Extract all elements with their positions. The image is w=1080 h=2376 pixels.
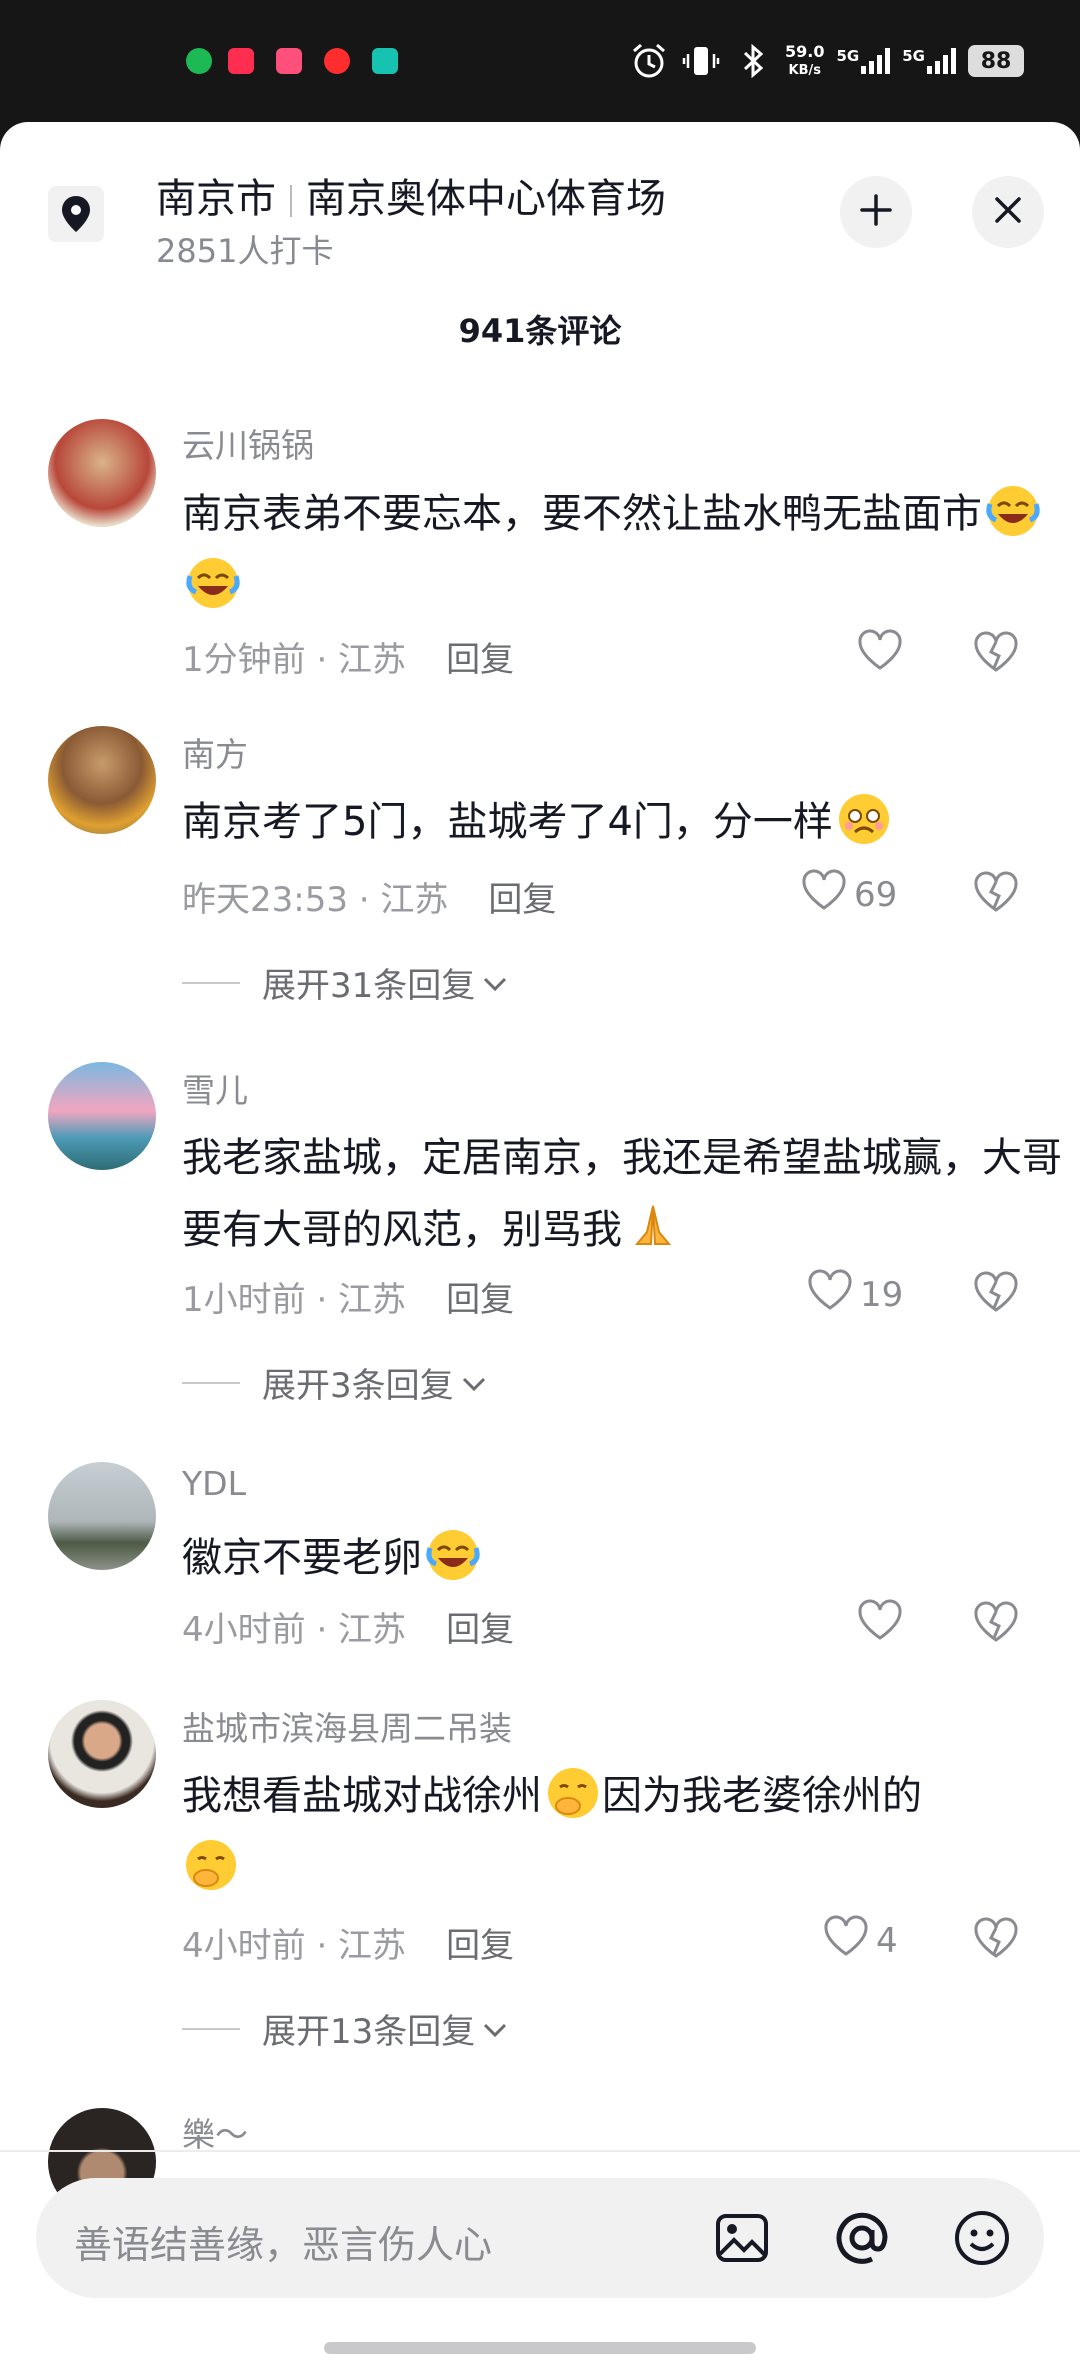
avatar[interactable]: [48, 1062, 156, 1170]
comment-meta: 1分钟前 · 江苏 回复: [182, 640, 515, 680]
like-button[interactable]: 69: [800, 868, 897, 921]
notification-icon: [186, 48, 212, 74]
avatar[interactable]: [48, 1700, 156, 1808]
notification-icon: [372, 48, 398, 74]
comment-meta: 4小时前 · 江苏 回复: [182, 1926, 515, 1966]
comment-input[interactable]: 善语结善缘，恶言伤人心: [74, 2214, 492, 2269]
heart-icon: [800, 868, 848, 921]
comment-input-bar[interactable]: 善语结善缘，恶言伤人心: [36, 2178, 1044, 2298]
like-button[interactable]: [856, 628, 910, 681]
heart-icon: [856, 628, 904, 681]
comment-meta: 4小时前 · 江苏 回复: [182, 1610, 515, 1650]
image-icon[interactable]: [712, 2208, 772, 2268]
expand-replies-button[interactable]: 展开31条回复: [182, 958, 509, 1007]
reply-button[interactable]: 回复: [488, 880, 556, 920]
broken-heart-icon: [972, 1271, 1020, 1318]
signal-2: 5G: [902, 48, 956, 74]
comment-username[interactable]: 盐城市滨海县周二吊装: [182, 1702, 512, 1750]
reply-button[interactable]: 回复: [446, 1610, 514, 1650]
comment-username[interactable]: 雪儿: [182, 1064, 248, 1112]
like-button[interactable]: [856, 1598, 910, 1651]
bluetooth-icon: [733, 41, 773, 81]
expand-replies-button[interactable]: 展开3条回复: [182, 1358, 488, 1407]
close-icon: [993, 195, 1023, 229]
comment-sheet: 南京市 南京奥体中心体育场 2851人打卡 941条评论 云川锅锅 南京表弟不要忘…: [0, 122, 1080, 2376]
praying-hands-emoji: [624, 1198, 682, 1256]
comment-username[interactable]: YDL: [182, 1464, 246, 1503]
venue-label: 南京奥体中心体育场: [306, 176, 666, 222]
broken-heart-icon: [972, 631, 1020, 678]
emoji-icon[interactable]: [952, 2208, 1012, 2268]
expand-replies-button[interactable]: 展开13条回复: [182, 2004, 509, 2053]
chevron-down-icon: [481, 2009, 509, 2049]
like-count: 69: [854, 874, 898, 915]
comment-text: 徽京不要老卵: [182, 1522, 1042, 1594]
divider: [290, 185, 292, 217]
vibrate-icon: [681, 41, 721, 81]
comment-username[interactable]: 樂～: [182, 2108, 248, 2156]
comment-text: 我想看盐城对战徐州 因为我老婆徐州的: [182, 1760, 1042, 1904]
avatar[interactable]: [48, 726, 156, 834]
location-title[interactable]: 南京市 南京奥体中心体育场: [156, 166, 666, 224]
comment-text: 南京考了5门，盐城考了4门，分一样: [182, 786, 1042, 858]
like-count: 4: [876, 1920, 898, 1961]
reply-button[interactable]: 回复: [446, 1280, 514, 1320]
signal-1: 5G: [837, 48, 891, 74]
comment-text: 我老家盐城，定居南京，我还是希望盐城赢，大哥要有大哥的风范，别骂我: [182, 1122, 1062, 1266]
notification-icon: [324, 48, 350, 74]
like-button[interactable]: 19: [806, 1268, 903, 1321]
smirk-hand-emoji: [182, 1836, 240, 1894]
heart-icon: [806, 1268, 854, 1321]
dislike-button[interactable]: [972, 630, 1020, 678]
network-speed: 59.0 KB/s: [785, 42, 825, 78]
reply-button[interactable]: 回复: [446, 640, 514, 680]
comment-meta: 昨天23:53 · 江苏 回复: [182, 880, 557, 920]
smirk-hand-emoji: [544, 1764, 602, 1822]
comment-count: 941条评论: [458, 312, 622, 350]
heart-icon: [822, 1914, 870, 1967]
dislike-button[interactable]: [972, 1270, 1020, 1318]
status-bar: 59.0 KB/s 5G 5G 88: [0, 0, 1080, 122]
sweating-emoji: [835, 790, 893, 848]
notification-icon: [228, 48, 254, 74]
comment-text: 南京表弟不要忘本，要不然让盐水鸭无盐面市: [182, 478, 1042, 622]
home-indicator[interactable]: [324, 2342, 756, 2354]
like-count: 19: [860, 1274, 904, 1315]
laughing-crying-emoji: [984, 482, 1042, 540]
city-label: 南京市: [156, 176, 276, 222]
dislike-button[interactable]: [972, 1600, 1020, 1648]
collapse-button[interactable]: [840, 176, 912, 248]
divider: [0, 2150, 1080, 2152]
laughing-crying-emoji: [424, 1526, 482, 1584]
collapse-icon: [858, 192, 894, 232]
heart-icon: [856, 1598, 904, 1651]
close-button[interactable]: [972, 176, 1044, 248]
alarm-icon: [629, 41, 669, 81]
comment-username[interactable]: 南方: [182, 728, 248, 776]
chevron-down-icon: [460, 1363, 488, 1403]
chevron-down-icon: [481, 963, 509, 1003]
reply-button[interactable]: 回复: [446, 1926, 514, 1966]
at-icon[interactable]: [832, 2208, 892, 2268]
comment-username[interactable]: 云川锅锅: [182, 419, 314, 467]
comment-meta: 1小时前 · 江苏 回复: [182, 1280, 515, 1320]
laughing-crying-emoji: [184, 554, 242, 612]
battery-indicator: 88: [968, 45, 1024, 77]
avatar[interactable]: [48, 419, 156, 527]
broken-heart-icon: [972, 1601, 1020, 1648]
avatar[interactable]: [48, 1462, 156, 1570]
dislike-button[interactable]: [972, 1916, 1020, 1964]
location-pin-icon: [48, 186, 104, 242]
notification-icon: [276, 48, 302, 74]
checkin-count: 2851人打卡: [156, 232, 334, 270]
dislike-button[interactable]: [972, 870, 1020, 918]
broken-heart-icon: [972, 1917, 1020, 1964]
like-button[interactable]: 4: [822, 1914, 898, 1967]
broken-heart-icon: [972, 871, 1020, 918]
